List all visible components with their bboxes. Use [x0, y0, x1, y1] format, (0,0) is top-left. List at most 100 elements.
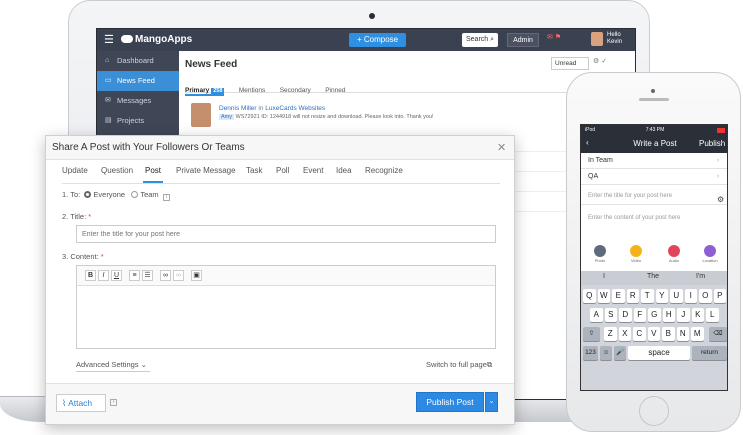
gear-icon[interactable]: ⚙: [717, 195, 724, 204]
compose-button[interactable]: + Compose: [349, 33, 407, 47]
phone-home-button[interactable]: [639, 396, 669, 426]
tab-update[interactable]: Update: [62, 166, 88, 175]
key-l[interactable]: L: [706, 308, 719, 322]
radio-everyone[interactable]: Everyone: [84, 190, 125, 199]
post-group[interactable]: LuxeCards Websites: [265, 105, 325, 112]
key-i[interactable]: I: [684, 289, 697, 303]
phone-title-input[interactable]: Enter the title for your post here: [581, 187, 727, 205]
key-x[interactable]: X: [618, 327, 631, 341]
key-b[interactable]: B: [662, 327, 675, 341]
bullet-list-icon[interactable]: ☰: [142, 270, 153, 281]
key-h[interactable]: H: [662, 308, 675, 322]
key-j[interactable]: J: [677, 308, 690, 322]
key-v[interactable]: V: [647, 327, 660, 341]
app-logo[interactable]: MangoApps: [121, 34, 192, 45]
phone-publish-button[interactable]: Publish: [699, 139, 725, 148]
hamburger-menu-icon[interactable]: ☰: [104, 33, 114, 46]
phone-content-input[interactable]: Enter the content of your post here: [588, 215, 680, 221]
key-w[interactable]: W: [597, 289, 610, 303]
key-y[interactable]: Y: [655, 289, 668, 303]
key-d[interactable]: D: [619, 308, 632, 322]
admin-button[interactable]: Admin: [507, 33, 539, 47]
tab-task[interactable]: Task: [246, 166, 262, 175]
post-tag[interactable]: Amy: [219, 114, 234, 120]
radio-team[interactable]: Team: [131, 190, 159, 199]
tab-idea[interactable]: Idea: [336, 166, 352, 175]
sidebar-item-messages[interactable]: ✉ Messages: [97, 91, 179, 111]
suggestion[interactable]: I: [603, 273, 605, 280]
key-space[interactable]: space: [628, 346, 690, 360]
shift-icon[interactable]: ⇧: [583, 327, 600, 341]
tab-primary[interactable]: Primary 258: [185, 87, 225, 96]
key-o[interactable]: O: [699, 289, 712, 303]
paste-icon[interactable]: ▣: [191, 270, 202, 281]
unlink-icon[interactable]: ∞: [173, 270, 184, 281]
key-s[interactable]: S: [604, 308, 617, 322]
key-c[interactable]: C: [633, 327, 646, 341]
tab-mentions[interactable]: Mentions: [239, 87, 265, 94]
unread-filter-select[interactable]: Unread: [551, 57, 589, 70]
sidebar-item-projects[interactable]: ▤ Projects: [97, 111, 179, 131]
key-p[interactable]: P: [713, 289, 726, 303]
key-return[interactable]: return: [692, 346, 727, 360]
chat-icon[interactable]: ✉: [547, 34, 553, 41]
bold-button[interactable]: B: [85, 270, 96, 281]
suggestion[interactable]: The: [647, 273, 659, 280]
key-m[interactable]: M: [691, 327, 704, 341]
key-g[interactable]: G: [648, 308, 661, 322]
post-author[interactable]: Dennis Miller: [219, 105, 257, 112]
tab-secondary[interactable]: Secondary: [280, 87, 311, 94]
user-avatar[interactable]: [591, 32, 603, 46]
phone-row-team[interactable]: In Team ›: [581, 153, 727, 169]
phone-row-qa[interactable]: QA ›: [581, 169, 727, 185]
tab-pinned[interactable]: Pinned: [325, 87, 345, 94]
user-greeting[interactable]: Hello Kevin: [607, 32, 622, 46]
key-123[interactable]: 123: [583, 346, 598, 360]
key-r[interactable]: R: [626, 289, 639, 303]
notification-icons[interactable]: ✉ ⚑: [547, 33, 561, 41]
tab-post[interactable]: Post: [145, 166, 161, 175]
audio-tool[interactable]: Audio: [664, 245, 684, 263]
bell-icon[interactable]: ⚑: [555, 34, 561, 41]
attach-info-icon[interactable]: i: [110, 399, 117, 406]
sidebar-item-news-feed[interactable]: ▭ News Feed: [97, 71, 179, 91]
suggestion[interactable]: I'm: [696, 273, 705, 280]
key-k[interactable]: K: [691, 308, 704, 322]
post-author-avatar[interactable]: [191, 103, 211, 127]
key-u[interactable]: U: [670, 289, 683, 303]
info-icon[interactable]: i: [162, 194, 170, 201]
italic-button[interactable]: I: [98, 270, 109, 281]
emoji-icon[interactable]: ☺: [600, 346, 612, 360]
tab-recognize[interactable]: Recognize: [365, 166, 403, 175]
switch-to-full-page-link[interactable]: Switch to full page⧉: [426, 360, 492, 370]
ordered-list-icon[interactable]: ≡: [129, 270, 140, 281]
checkmark-icon[interactable]: ✓: [601, 58, 607, 65]
microphone-key-icon[interactable]: 🎤: [614, 346, 626, 360]
key-f[interactable]: F: [633, 308, 646, 322]
backspace-icon[interactable]: ⌫: [709, 327, 727, 341]
content-editor[interactable]: B I U ≡ ☰ ∞ ∞ ▣: [76, 265, 496, 349]
publish-post-button[interactable]: Publish Post: [416, 392, 484, 412]
close-icon[interactable]: ✕: [497, 141, 506, 154]
underline-button[interactable]: U: [111, 270, 122, 281]
top-search-button[interactable]: Search ⌕: [462, 33, 498, 47]
key-n[interactable]: N: [676, 327, 689, 341]
tab-private-message[interactable]: Private Message: [176, 166, 236, 175]
location-tool[interactable]: Location: [700, 245, 720, 263]
publish-options-chevron-icon[interactable]: ⌄: [485, 392, 498, 412]
video-tool[interactable]: Video: [626, 245, 646, 263]
tab-poll[interactable]: Poll: [276, 166, 289, 175]
advanced-settings-toggle[interactable]: Advanced Settings ⌄: [76, 360, 150, 372]
attach-button[interactable]: ⌇ Attach: [56, 394, 106, 412]
link-icon[interactable]: ∞: [160, 270, 171, 281]
tab-event[interactable]: Event: [303, 166, 323, 175]
tab-question[interactable]: Question: [101, 166, 133, 175]
key-q[interactable]: Q: [583, 289, 596, 303]
key-e[interactable]: E: [612, 289, 625, 303]
key-t[interactable]: T: [641, 289, 654, 303]
key-z[interactable]: Z: [604, 327, 617, 341]
post-title-input[interactable]: [76, 225, 496, 243]
sidebar-item-dashboard[interactable]: ⌂ Dashboard: [97, 51, 179, 71]
settings-gear-icon[interactable]: ⚙: [593, 58, 599, 65]
photo-tool[interactable]: Photo: [590, 245, 610, 263]
